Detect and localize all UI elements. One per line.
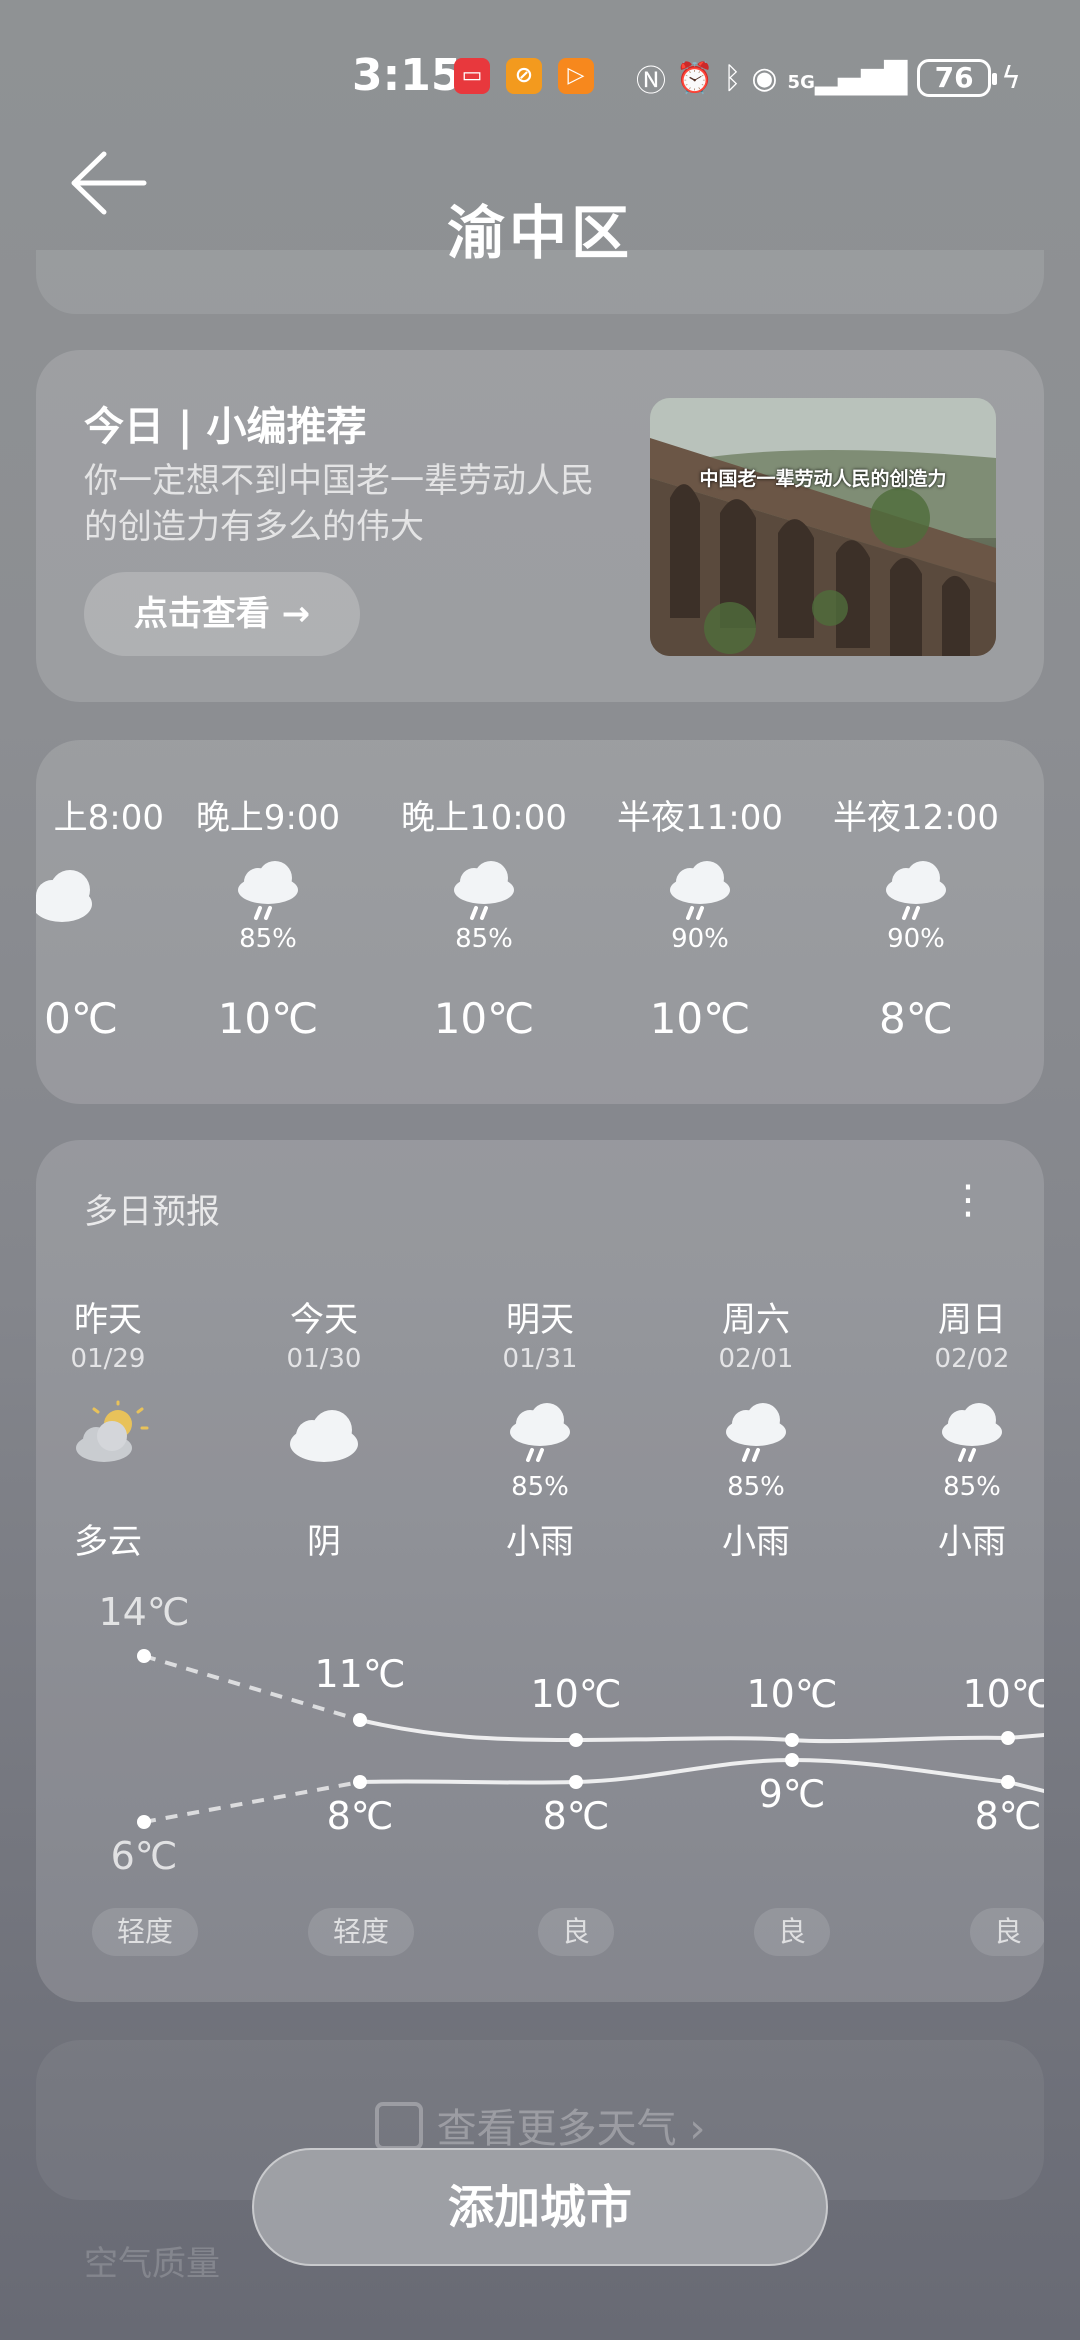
more-weather-label: 查看更多天气 bbox=[436, 2106, 677, 2152]
recommend-description: 你一定想不到中国老一辈劳动人民的创造力有多么的伟大 bbox=[84, 461, 594, 547]
low-temp-dot bbox=[137, 1815, 151, 1829]
hourly-prob: 85% bbox=[455, 924, 513, 954]
battery-indicator: 76 bbox=[917, 59, 998, 97]
daily-forecast-card[interactable]: 多日预报 ⋮ 昨天 01/29 多云 今天 01/30 阴 明天 01/31 8… bbox=[36, 1140, 1044, 2002]
high-temp-label: 10℃ bbox=[530, 1672, 622, 1716]
status-indicators: Ⓝ ⏰ ᛒ ◉ 5G▂▄▆█ 76 ϟ bbox=[636, 56, 1021, 100]
low-temp-label: 9℃ bbox=[758, 1772, 826, 1816]
more-weather-link[interactable]: 查看更多天气 › bbox=[36, 2096, 1044, 2154]
app-play-icon: ▷ bbox=[558, 58, 594, 94]
high-temp-label: 14℃ bbox=[98, 1590, 190, 1634]
app-orange-icon: ⊘ bbox=[506, 58, 542, 94]
recommend-thumbnail[interactable]: 中国老一辈劳动人民的创造力 bbox=[650, 398, 996, 656]
chevron-right-icon: › bbox=[676, 2106, 706, 2152]
low-temp-label: 8℃ bbox=[974, 1794, 1042, 1838]
bluetooth-icon: ᛒ bbox=[723, 60, 742, 96]
hourly-item: 半夜12:00 90% 8℃ bbox=[808, 790, 1024, 1043]
nfc-icon: Ⓝ bbox=[636, 64, 666, 99]
app-red-icon: ▭ bbox=[454, 58, 490, 94]
low-temp-dot bbox=[353, 1775, 367, 1789]
hourly-temp: 10℃ bbox=[217, 994, 319, 1043]
hourly-prob: 85% bbox=[239, 924, 297, 954]
signal-5g-icon: 5G▂▄▆█ bbox=[787, 60, 908, 96]
hourly-item: 晚上10:00 85% 10℃ bbox=[376, 790, 592, 1043]
aqi-badge: 良 bbox=[754, 1908, 830, 1956]
hourly-prob bbox=[36, 924, 164, 954]
low-temp-dot bbox=[785, 1753, 799, 1767]
previous-card-edge bbox=[36, 250, 1044, 314]
high-temp-label: 10℃ bbox=[962, 1672, 1044, 1716]
bridge-image bbox=[650, 398, 996, 656]
hotspot-icon: ◉ bbox=[751, 60, 778, 96]
hourly-forecast-card[interactable]: 上8:00 0℃ 晚上9:00 85% 10℃ 晚上10:00 85% 10℃ … bbox=[36, 740, 1044, 1104]
view-button[interactable]: 点击查看 → bbox=[84, 572, 360, 656]
hourly-time: 半夜11:00 bbox=[617, 798, 783, 838]
status-time: 3:15 bbox=[352, 50, 462, 101]
hourly-time: 晚上10:00 bbox=[401, 798, 567, 838]
status-bar: 3:15 ▭ ⊘ ▷ Ⓝ ⏰ ᛒ ◉ 5G▂▄▆█ 76 ϟ bbox=[0, 50, 1080, 110]
thumbnail-caption: 中国老一辈劳动人民的创造力 bbox=[699, 468, 947, 490]
recommend-title: 今日 | 小编推荐 bbox=[84, 404, 367, 450]
air-quality-heading: 空气质量 bbox=[84, 2244, 220, 2284]
high-temp-label: 10℃ bbox=[746, 1672, 838, 1716]
light-rain-icon bbox=[376, 858, 592, 928]
network-label: 5G bbox=[787, 71, 815, 93]
hourly-prob: 90% bbox=[887, 924, 945, 954]
low-temp-dot bbox=[569, 1775, 583, 1789]
light-rain-icon bbox=[808, 858, 1024, 928]
charging-icon: ϟ bbox=[1001, 60, 1021, 96]
light-rain-icon bbox=[160, 858, 376, 928]
hourly-item: 晚上9:00 85% 10℃ bbox=[160, 790, 376, 1043]
aqi-badge: 良 bbox=[538, 1908, 614, 1956]
calendar-icon bbox=[374, 2102, 423, 2150]
add-city-button[interactable]: 添加城市 bbox=[252, 2148, 828, 2266]
high-temp-dot bbox=[569, 1733, 583, 1747]
high-temp-dot bbox=[1001, 1731, 1015, 1745]
recommend-card[interactable]: 今日 | 小编推荐 你一定想不到中国老一辈劳动人民的创造力有多么的伟大 点击查看… bbox=[36, 350, 1044, 702]
low-temp-label: 8℃ bbox=[326, 1794, 394, 1838]
light-rain-icon bbox=[592, 858, 808, 928]
low-temp-dot bbox=[1001, 1775, 1015, 1789]
aqi-badge: 轻度 bbox=[308, 1908, 414, 1956]
hourly-time: 上8:00 bbox=[53, 798, 164, 838]
high-temp-label: 11℃ bbox=[314, 1652, 406, 1696]
hourly-temp: 10℃ bbox=[649, 994, 751, 1043]
aqi-badge: 轻度 bbox=[92, 1908, 198, 1956]
hourly-temp: 10℃ bbox=[433, 994, 535, 1043]
hourly-item: 上8:00 0℃ bbox=[36, 790, 164, 1043]
hourly-temp: 8℃ bbox=[879, 994, 953, 1043]
alarm-icon: ⏰ bbox=[676, 60, 714, 96]
low-temp-label: 8℃ bbox=[542, 1794, 610, 1838]
cloudy-icon bbox=[36, 858, 164, 928]
hourly-time: 晚上9:00 bbox=[195, 798, 341, 838]
high-temp-dot bbox=[785, 1733, 799, 1747]
hourly-item: 半夜11:00 90% 10℃ bbox=[592, 790, 808, 1043]
low-temp-label: 6℃ bbox=[110, 1834, 178, 1878]
hourly-temp: 0℃ bbox=[44, 994, 118, 1043]
high-temp-dot bbox=[137, 1649, 151, 1663]
high-temp-dot bbox=[353, 1713, 367, 1727]
aqi-badge: 良 bbox=[970, 1908, 1044, 1956]
hourly-time: 半夜12:00 bbox=[833, 798, 999, 838]
hourly-prob: 90% bbox=[671, 924, 729, 954]
